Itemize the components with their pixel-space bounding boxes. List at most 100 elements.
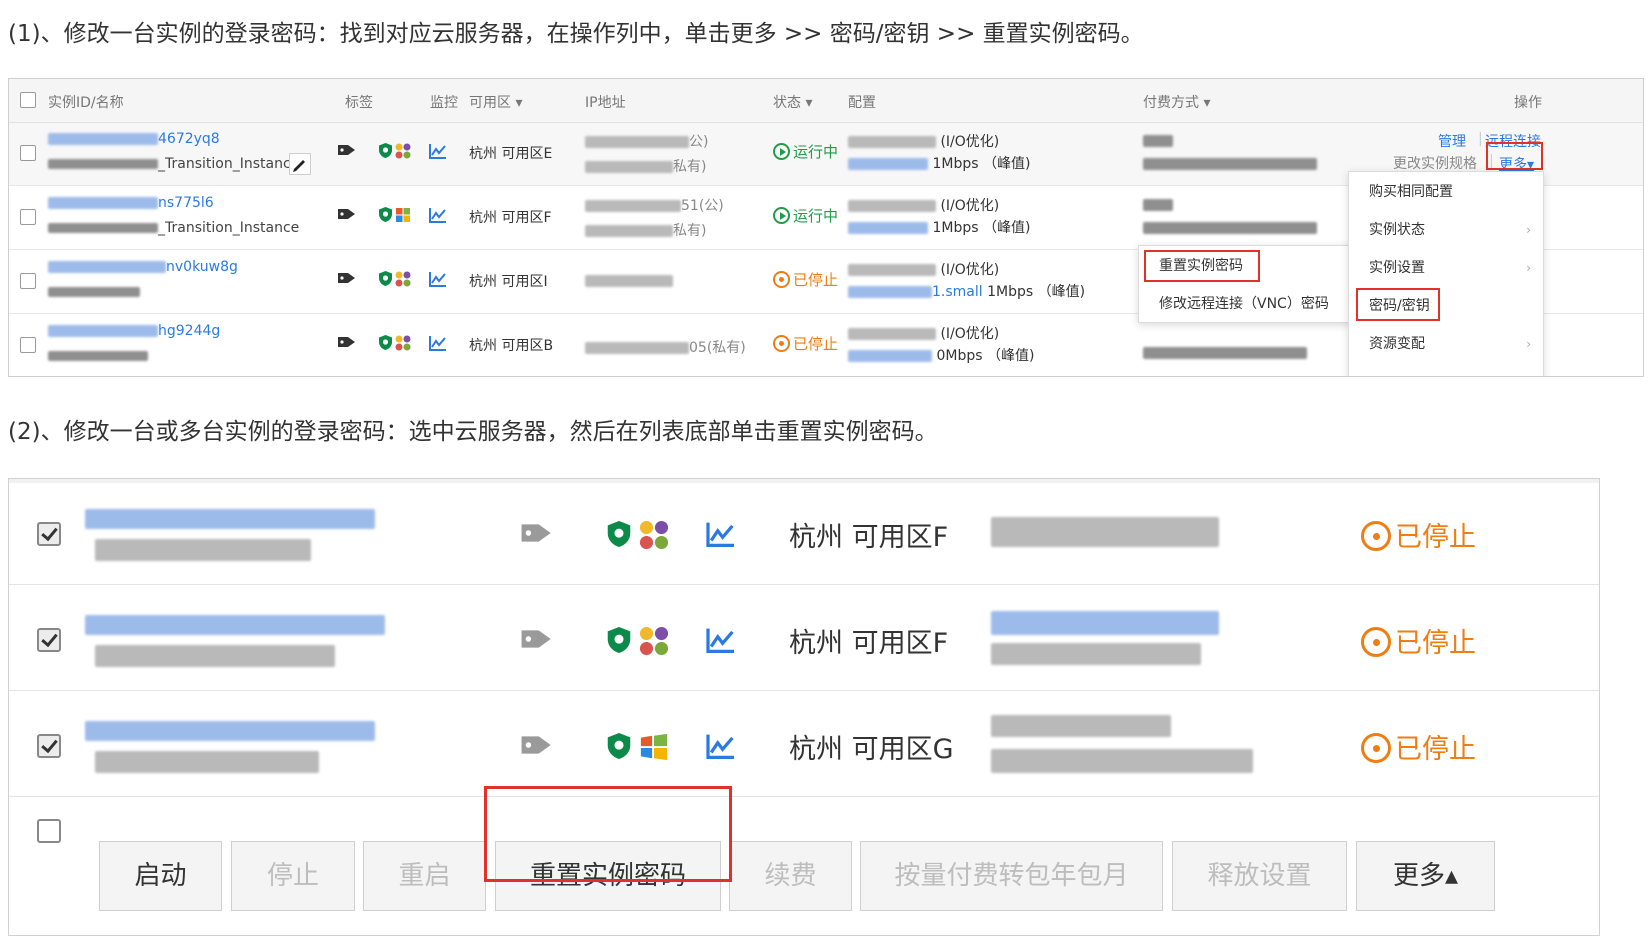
row-checkbox[interactable]: [20, 145, 36, 161]
ip-blurred: [991, 611, 1219, 635]
renew-button[interactable]: 续费: [729, 841, 852, 911]
stopped-status-icon: [1361, 733, 1391, 763]
instance-name-blurred: [95, 539, 311, 561]
monitor-chart-icon[interactable]: [429, 143, 447, 159]
chevron-down-icon: ▾: [515, 95, 523, 111]
tag-icon[interactable]: [519, 521, 555, 545]
ip-blurred: [991, 749, 1253, 773]
status-badge: 已停止: [1361, 515, 1476, 554]
tag-icon[interactable]: [337, 207, 357, 221]
status-badge: 已停止: [773, 269, 838, 290]
zone-text: 杭州 可用区F: [789, 522, 949, 553]
menu-item-buy-same-config[interactable]: 购买相同配置: [1349, 172, 1543, 212]
status-badge: 已停止: [1361, 621, 1476, 660]
config-spec: (I/O优化): [848, 323, 999, 343]
instance-id-link[interactable]: ns775l6: [48, 195, 214, 211]
ip-private: 05(私有): [585, 337, 746, 357]
tag-icon[interactable]: [337, 335, 357, 349]
more-actions-button[interactable]: 更多▴: [1356, 841, 1495, 911]
shield-icon[interactable]: [606, 731, 632, 761]
config-bandwidth: 1.small 1Mbps （峰值): [848, 281, 1085, 301]
edit-name-button[interactable]: [289, 153, 311, 175]
header-status[interactable]: 状态 ▾: [773, 92, 812, 112]
stop-button[interactable]: 停止: [231, 841, 355, 911]
instance-id-blurred[interactable]: [85, 615, 385, 635]
monitor-chart-icon[interactable]: [706, 733, 736, 759]
chevron-right-icon: ›: [1526, 223, 1531, 237]
row-checkbox-checked[interactable]: [37, 522, 61, 546]
linux-os-icon: [639, 520, 669, 550]
linux-os-icon: [639, 626, 669, 656]
tag-icon[interactable]: [519, 627, 555, 651]
chevron-right-icon: ›: [1526, 337, 1531, 351]
shield-icon[interactable]: [378, 334, 393, 351]
status-badge: 已停止: [1361, 727, 1476, 766]
monitor-chart-icon[interactable]: [429, 335, 447, 351]
zone-text: 杭州 可用区E: [469, 146, 553, 162]
config-bandwidth: 1Mbps （峰值): [848, 217, 1030, 237]
instance-id-blurred[interactable]: [85, 509, 375, 529]
monitor-chart-icon[interactable]: [429, 207, 447, 223]
config-spec: (I/O优化): [848, 195, 999, 215]
shield-icon[interactable]: [378, 206, 393, 223]
chevron-down-icon: ▾: [805, 95, 813, 111]
select-all-checkbox[interactable]: [20, 92, 36, 108]
change-spec-link[interactable]: 更改实例规格: [1393, 153, 1477, 173]
linux-os-icon: [395, 271, 411, 287]
header-config: 配置: [848, 95, 876, 111]
monitor-chart-icon[interactable]: [706, 627, 736, 653]
shield-icon[interactable]: [378, 270, 393, 287]
step-1-instruction: (1)、修改一台实例的登录密码：找到对应云服务器，在操作列中，单击更多 >> 密…: [8, 21, 1144, 47]
header-payment[interactable]: 付费方式 ▾: [1143, 92, 1210, 112]
highlight-reset-password-button: [484, 786, 732, 882]
linux-os-icon: [395, 143, 411, 159]
row-checkbox-checked[interactable]: [37, 734, 61, 758]
reset-vnc-password-menu-item[interactable]: 修改远程连接（VNC）密码: [1139, 284, 1353, 324]
header-id-name: 实例ID/名称: [48, 95, 124, 111]
header-ops: 操作: [1514, 95, 1542, 111]
row-checkbox[interactable]: [20, 337, 36, 353]
highlight-password-key: [1356, 288, 1440, 321]
tag-icon[interactable]: [519, 733, 555, 757]
row-checkbox-checked[interactable]: [37, 628, 61, 652]
select-all-checkbox[interactable]: [37, 819, 61, 843]
ip-blurred: [991, 643, 1201, 665]
header-zone[interactable]: 可用区 ▾: [469, 92, 522, 112]
convert-to-subscription-button[interactable]: 按量付费转包年包月: [860, 841, 1163, 911]
menu-item-resource-change[interactable]: 资源变配 ›: [1349, 324, 1543, 364]
shield-icon[interactable]: [378, 142, 393, 159]
start-button[interactable]: 启动: [99, 841, 222, 911]
ip-address: [585, 273, 673, 289]
instance-name: [48, 284, 140, 300]
config-bandwidth: 0Mbps （峰值): [848, 345, 1034, 365]
highlight-reset-password: [1144, 250, 1260, 282]
more-menu: 购买相同配置 实例状态 › 实例设置 › 密码/密钥 资源变配 ›: [1348, 171, 1544, 376]
instance-id-blurred[interactable]: [85, 721, 375, 741]
instance-list-panel-2: 杭州 可用区F 已停止 杭州 可用区F 已停止 杭州 可用区G 已停止 启动 停…: [8, 478, 1600, 936]
menu-item-instance-settings[interactable]: 实例设置 ›: [1349, 248, 1543, 288]
zone-text: 杭州 可用区F: [469, 210, 552, 226]
tag-icon[interactable]: [337, 271, 357, 285]
monitor-chart-icon[interactable]: [429, 271, 447, 287]
menu-item-instance-status[interactable]: 实例状态 ›: [1349, 210, 1543, 250]
status-badge: 已停止: [773, 333, 838, 354]
shield-icon[interactable]: [606, 625, 632, 655]
restart-button[interactable]: 重启: [363, 841, 486, 911]
table-header: 实例ID/名称 标签 监控 可用区 ▾ IP地址 状态 ▾ 配置 付费方式 ▾ …: [9, 79, 1643, 123]
instance-id-link[interactable]: nv0kuw8g: [48, 259, 238, 275]
instance-id-link[interactable]: 4672yq8: [48, 131, 220, 147]
ip-blurred: [991, 517, 1219, 547]
shield-icon[interactable]: [606, 519, 632, 549]
stopped-status-icon: [1361, 521, 1391, 551]
running-status-icon: [773, 207, 790, 224]
ip-public: 公): [585, 131, 708, 151]
row-checkbox[interactable]: [20, 273, 36, 289]
release-settings-button[interactable]: 释放设置: [1172, 841, 1347, 911]
row-checkbox[interactable]: [20, 209, 36, 225]
monitor-chart-icon[interactable]: [706, 521, 736, 547]
status-badge: 运行中: [773, 141, 838, 162]
instance-id-link[interactable]: hg9244g: [48, 323, 220, 339]
tag-icon[interactable]: [337, 143, 357, 157]
manage-link[interactable]: 管理: [1438, 131, 1466, 151]
step-2-instruction: (2)、修改一台或多台实例的登录密码：选中云服务器，然后在列表底部单击重置实例密…: [8, 419, 938, 445]
